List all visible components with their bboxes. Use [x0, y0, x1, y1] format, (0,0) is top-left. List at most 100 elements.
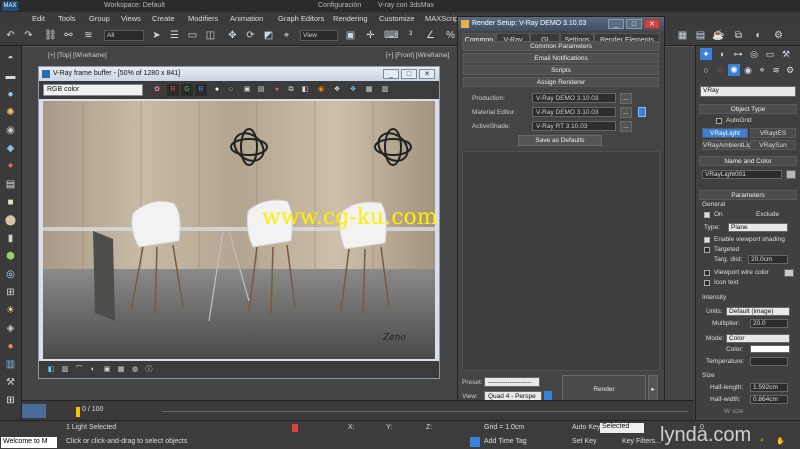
light-type-dropdown[interactable]: Plane [728, 223, 788, 232]
ies-light-icon[interactable]: ◎ [3, 268, 18, 281]
dome-light-icon[interactable]: ◓ [3, 52, 18, 65]
lock-material-editor-icon[interactable] [638, 107, 646, 117]
preset-dropdown[interactable]: -------------------- [484, 377, 540, 387]
on-checkbox[interactable] [704, 212, 710, 218]
track-mouse-icon[interactable]: ◧ [299, 84, 311, 96]
vray-mesh-icon[interactable]: ⬢ [3, 250, 18, 263]
render-iterative-icon[interactable]: ⧉ [732, 29, 745, 42]
menu-create[interactable]: Create [152, 14, 175, 23]
helper-icon[interactable]: ⊞ [3, 286, 18, 299]
menu-graph-editors[interactable]: Graph Editors [278, 14, 324, 23]
activeshade-browse-button[interactable]: ... [620, 121, 632, 132]
utilities-icon[interactable]: ⚒ [3, 376, 18, 389]
pan-icon[interactable]: ✋ [776, 437, 785, 445]
multiplier-field[interactable]: 20.0 [750, 319, 788, 328]
half-length-field[interactable]: 1.592cm [750, 383, 788, 392]
menu-customize[interactable]: Customize [379, 14, 414, 23]
alpha-channel-icon[interactable]: ● [211, 84, 223, 96]
render-button[interactable]: Render [562, 375, 646, 403]
helpers-icon[interactable]: ⌖ [756, 64, 768, 76]
red-channel-button[interactable]: R [167, 84, 179, 96]
angle-snap-icon[interactable]: ∠ [424, 29, 437, 42]
move-icon[interactable]: ✥ [226, 29, 239, 42]
vraysun-button[interactable]: VRaySun [750, 140, 796, 150]
srgb-icon[interactable]: ▣ [101, 364, 113, 376]
time-marker[interactable] [76, 407, 80, 417]
display-tab-icon[interactable]: ▭ [764, 48, 776, 60]
rectangular-selection-icon[interactable]: ▭ [186, 29, 199, 42]
render-production-icon[interactable]: ☕ [712, 29, 725, 42]
menu-rendering[interactable]: Rendering [333, 14, 368, 23]
lights-icon[interactable]: ✺ [728, 64, 740, 76]
light-icon[interactable]: ✺ [3, 106, 18, 119]
menu-modifiers[interactable]: Modifiers [188, 14, 218, 23]
key-mode-dropdown[interactable]: Selected [600, 423, 644, 433]
workspace-selector[interactable]: Workspace: Default [104, 2, 165, 9]
category-dropdown[interactable]: VRay [700, 86, 796, 97]
sphere-icon[interactable]: ● [3, 88, 18, 101]
region-render-icon[interactable]: ◉ [315, 84, 327, 96]
menu-group[interactable]: Group [89, 14, 110, 23]
vrayambientlight-button[interactable]: VRayAmbientLig [702, 140, 751, 150]
icon-text-checkbox[interactable] [704, 280, 710, 286]
light-color-swatch[interactable] [750, 345, 790, 353]
autogrid-checkbox[interactable] [716, 118, 722, 124]
wire-color-swatch[interactable] [784, 269, 794, 277]
targ-dist-field[interactable]: 20.0cm [748, 255, 788, 264]
modify-tab-icon[interactable]: ◗ [716, 48, 728, 60]
vray-plane-icon[interactable]: ▤ [3, 178, 18, 191]
percent-snap-icon[interactable]: % [444, 29, 457, 42]
half-width-field[interactable]: 0.864cm [750, 395, 788, 404]
color-palette-icon[interactable]: ✿ [151, 84, 163, 96]
render-setup-icon[interactable]: ▦ [676, 29, 689, 42]
lock-selection-icon[interactable] [292, 424, 298, 432]
undo-icon[interactable]: ↶ [4, 29, 17, 42]
utilities-tab-icon[interactable]: ⚒ [780, 48, 792, 60]
app-logo-icon[interactable]: MAX [2, 1, 18, 11]
reference-coordinate-dropdown[interactable]: View [300, 30, 338, 41]
production-browse-button[interactable]: ... [620, 93, 632, 104]
redo-icon[interactable]: ↷ [22, 29, 35, 42]
copy-to-max-icon[interactable]: ⧉ [285, 84, 297, 96]
select-by-name-icon[interactable]: ☰ [168, 29, 181, 42]
menu-tools[interactable]: Tools [58, 14, 76, 23]
shapes-icon[interactable]: ◌ [714, 64, 726, 76]
modifier-icon[interactable]: ◈ [3, 322, 18, 335]
maxscript-listener[interactable]: Welcome to M [1, 437, 57, 448]
geometry-icon[interactable]: ○ [700, 64, 712, 76]
stop-render-icon[interactable]: ▦ [363, 84, 375, 96]
green-channel-button[interactable]: G [181, 84, 193, 96]
bind-space-warp-icon[interactable]: ≋ [82, 29, 95, 42]
channel-select[interactable]: RGB color [43, 84, 143, 96]
exposure-icon[interactable]: ◐ [87, 364, 99, 376]
object-name-field[interactable]: VRayLight001 [702, 170, 782, 179]
plane-icon[interactable]: ▬ [3, 70, 18, 83]
selection-filter-dropdown[interactable]: All [104, 30, 144, 41]
cameras-icon[interactable]: ◉ [742, 64, 754, 76]
pivot-icon[interactable]: ▣ [344, 29, 357, 42]
exclude-button[interactable]: Exclude [756, 211, 779, 218]
blue-channel-button[interactable]: B [195, 84, 207, 96]
box-icon[interactable]: ■ [3, 196, 18, 209]
save-image-icon[interactable]: ▣ [241, 84, 253, 96]
geosphere-icon[interactable]: ⬤ [3, 214, 18, 227]
mono-icon[interactable]: ○ [225, 84, 237, 96]
color-correction-icon[interactable]: ◧ [45, 364, 57, 376]
set-key-button[interactable]: Set Key [572, 438, 597, 445]
select-manipulate-icon[interactable]: ✛ [364, 29, 377, 42]
lut-icon[interactable]: ▦ [115, 364, 127, 376]
rollout-email-notifications[interactable]: Email Notifications [463, 53, 659, 63]
rs-maximize-button[interactable]: □ [626, 19, 642, 29]
maximize-button[interactable]: □ [401, 69, 417, 79]
auto-key-button[interactable]: Auto Key [572, 424, 600, 431]
keyboard-shortcut-icon[interactable]: ⌨ [384, 29, 398, 42]
snaps-icon[interactable]: ³ [404, 29, 417, 42]
material-icon[interactable]: ● [3, 340, 18, 353]
window-crossing-icon[interactable]: ◫ [204, 29, 217, 42]
show-history-icon[interactable]: ▥ [379, 84, 391, 96]
render-setup-titlebar[interactable]: Render Setup: V-Ray DEMO 3.10.03 _ □ ✕ [458, 17, 664, 31]
frame-buffer-titlebar[interactable]: V-Ray frame buffer - [50% of 1280 x 841]… [39, 67, 439, 81]
enable-viewport-shading-checkbox[interactable] [704, 237, 710, 243]
vraylight-button[interactable]: VRayLight [702, 128, 748, 138]
menu-edit[interactable]: Edit [32, 14, 45, 23]
